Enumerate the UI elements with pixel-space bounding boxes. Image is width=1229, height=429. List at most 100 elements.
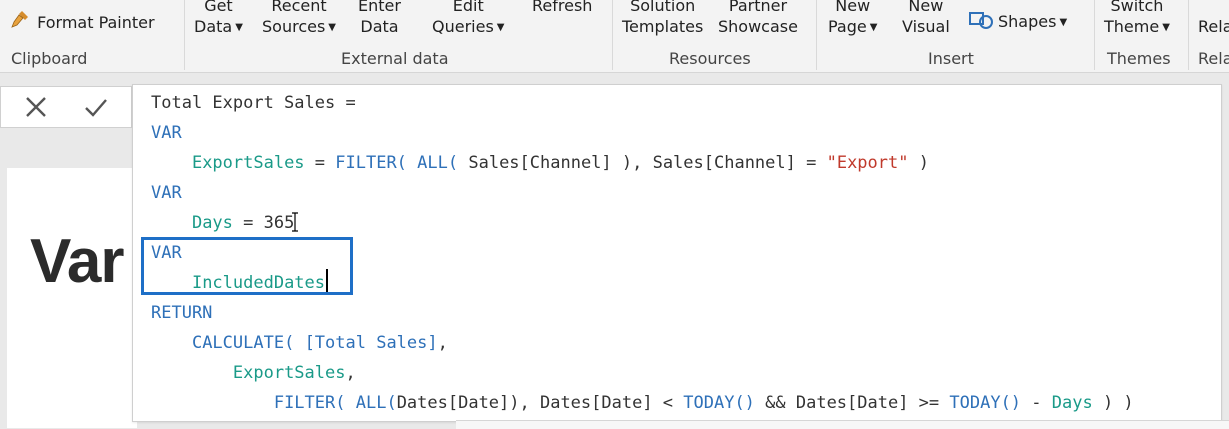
code-token: ExportSales [191,153,305,173]
ibeam-cursor-icon [292,212,299,232]
check-icon [85,99,107,117]
partner-showcase-label-1: Partner [728,0,788,15]
code-line[interactable]: RETURN [151,298,212,328]
manage-relationships-button[interactable]: Rela [1198,0,1229,37]
clipboard-group-label: Clipboard [11,49,88,68]
chevron-down-icon: ▼ [235,22,243,33]
code-token: - [1021,393,1052,413]
code-token: = [304,153,336,173]
code-token: TODAY() [683,393,755,413]
code-line[interactable]: Days = 365 [151,208,299,238]
code-token: , [345,363,356,383]
close-icon [26,97,46,117]
get-data-label-2: Data [194,17,233,36]
shapes-label: Shapes [998,12,1057,31]
code-token: Sales[Channel] ), Sales[Channel] = [458,153,827,173]
solution-templates-label-1: Solution [630,0,696,15]
ribbon: Format Painter Clipboard Get Data ▼ Recen… [0,0,1229,73]
chevron-down-icon: ▼ [328,22,336,33]
edit-queries-label-1: Edit [452,0,484,15]
chevron-down-icon: ▼ [1162,22,1170,33]
enter-data-label-1: Enter [358,0,401,15]
code-token: ExportSales [232,363,346,383]
code-line[interactable]: FILTER( ALL(Dates[Date]), Dates[Date] < … [151,388,1134,418]
report-canvas[interactable] [7,168,137,428]
code-token: TODAY() [949,393,1022,413]
code-line[interactable]: VAR [151,238,182,268]
resources-group-label: Resources [669,49,751,68]
code-line[interactable]: ExportSales = FILTER( ALL( Sales[Channel… [151,148,929,178]
code-token: && Dates[Date] >= [754,393,950,413]
code-line[interactable]: CALCULATE( [Total Sales], [151,328,448,358]
code-line[interactable]: Total Export Sales = [151,88,356,118]
code-token: ) [908,153,929,173]
edit-queries-label-2: Queries [432,17,494,36]
code-token: ALL( [355,393,397,413]
code-token: VAR [151,243,182,263]
code-token: Days [191,213,233,233]
code-token: [Total Sales] [304,333,438,353]
code-token: Dates[Date]), Dates[Date] < [396,393,684,413]
code-line[interactable]: VAR [151,178,182,208]
enter-data-label-2: Data [360,17,399,36]
code-token: Total Export Sales = [151,93,356,113]
paintbrush-icon [10,10,32,33]
relationships-group-label: Rela [1198,49,1229,68]
code-token: "Export" [826,153,909,173]
code-token: VAR [151,183,182,203]
cancel-formula-button[interactable] [19,91,53,123]
new-page-label-2: Page [828,17,867,36]
recent-sources-button[interactable]: Recent Sources ▼ [262,0,336,38]
code-token: , [437,333,448,353]
text-caret [326,269,329,293]
edit-queries-button[interactable]: Edit Queries ▼ [432,0,504,38]
enter-data-button[interactable]: Enter Data [358,0,401,37]
shapes-icon [969,12,993,29]
partner-showcase-button[interactable]: Partner Showcase [718,0,798,37]
report-title: Var [30,227,125,296]
switch-theme-button[interactable]: Switch Theme ▼ [1104,0,1170,38]
divider [612,0,613,70]
new-visual-button[interactable]: New Visual [902,0,950,37]
dax-formula-editor[interactable]: Total Export Sales = VAR ExportSales = FI… [132,84,1222,422]
code-line[interactable]: ExportSales, [151,358,356,388]
code-token: ALL( [417,153,459,173]
code-token: IncludedDates [191,273,326,293]
format-painter-button[interactable]: Format Painter [10,10,155,33]
code-line[interactable]: VAR [151,118,182,148]
refresh-button[interactable]: Refresh [532,0,592,16]
code-token: RETURN [151,303,213,323]
solution-templates-button[interactable]: Solution Templates [622,0,703,37]
divider [1188,0,1189,70]
code-token: Days [1051,393,1093,413]
divider [816,0,817,70]
code-token: ) ) [1092,393,1134,413]
commit-formula-button[interactable] [79,91,113,123]
code-token: CALCULATE( [191,333,295,353]
chevron-down-icon: ▼ [496,22,505,33]
refresh-label: Refresh [532,0,593,15]
divider [184,0,185,70]
get-data-label-1: Get [204,0,233,15]
get-data-button[interactable]: Get Data ▼ [194,0,243,38]
solution-templates-label-2: Templates [622,17,704,36]
insert-group-label: Insert [928,49,974,68]
formula-bar-controls [0,86,132,128]
divider [1094,0,1095,70]
manage-relationships-label-1 [1198,0,1229,16]
new-visual-label-2: Visual [902,17,950,36]
new-page-button[interactable]: New Page ▼ [828,0,877,38]
shapes-button[interactable]: Shapes ▼ [968,10,1067,31]
code-line[interactable]: IncludedDates [151,268,329,298]
code-token: FILTER( [273,393,346,413]
external-data-group-label: External data [341,49,449,68]
